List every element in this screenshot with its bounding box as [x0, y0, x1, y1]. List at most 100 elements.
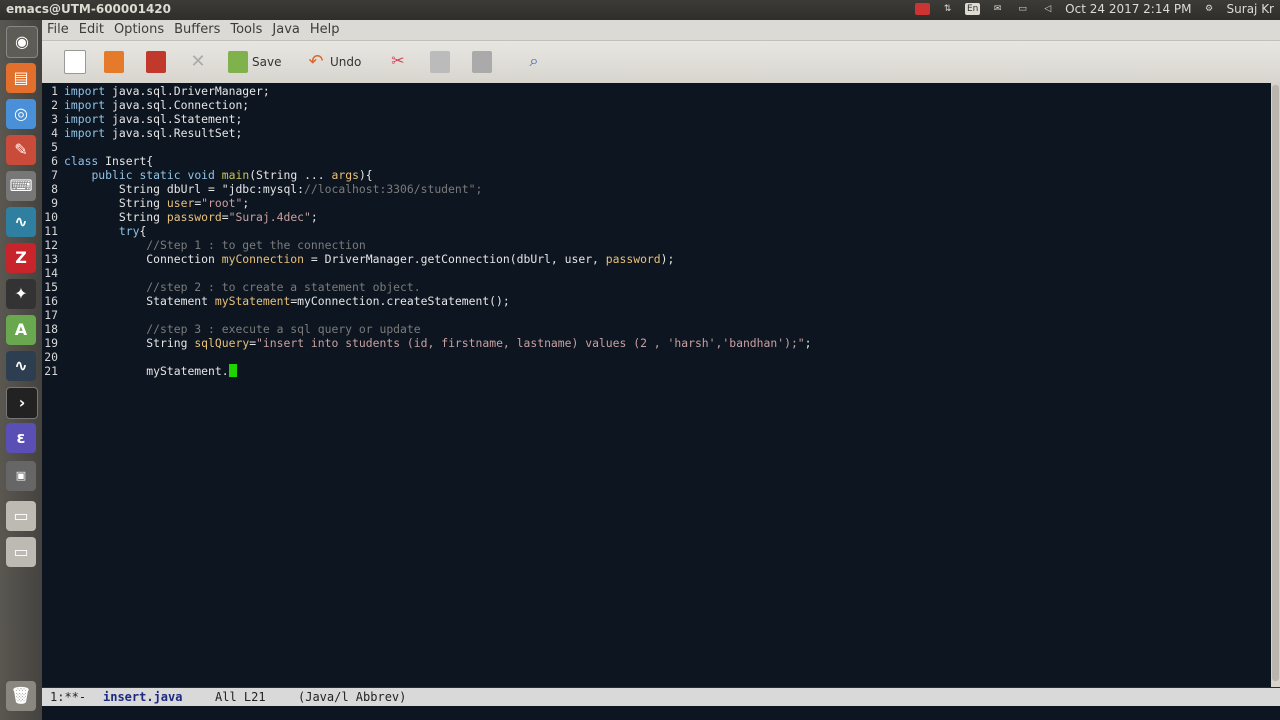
network-icon[interactable]: ⇅	[940, 3, 955, 15]
new-file-button[interactable]	[64, 50, 86, 74]
major-mode[interactable]: (Java/l Abbrev)	[298, 688, 406, 706]
inkscape-icon[interactable]: ✦	[6, 279, 36, 309]
trash-icon[interactable]: 🗑	[6, 681, 36, 711]
android-studio-icon[interactable]: A	[6, 315, 36, 345]
vertical-scrollbar[interactable]	[1271, 83, 1280, 687]
menu-help[interactable]: Help	[305, 20, 345, 37]
menu-file[interactable]: File	[42, 20, 74, 37]
search-icon: ⌕	[529, 51, 539, 70]
line-number: 1	[51, 84, 58, 98]
code-text[interactable]: myStatement.	[64, 364, 237, 378]
system-monitor-icon[interactable]: ∿	[6, 351, 36, 381]
save-button[interactable]: Save	[228, 50, 281, 74]
menu-options[interactable]: Options	[109, 20, 169, 37]
settings-icon[interactable]: ✎	[6, 135, 36, 165]
scrollbar-thumb[interactable]	[1272, 85, 1279, 681]
menu-tools[interactable]: Tools	[225, 20, 267, 37]
line-number: 20	[44, 350, 58, 364]
code-text[interactable]: import java.sql.ResultSet;	[64, 126, 242, 140]
line-number: 15	[44, 280, 58, 294]
clock[interactable]: Oct 24 2017 2:14 PM	[1065, 2, 1191, 16]
copy-button[interactable]	[430, 50, 450, 74]
code-text[interactable]: class Insert{	[64, 154, 153, 168]
keyboard-icon[interactable]: ⌨	[6, 171, 36, 201]
cut-button[interactable]: ✂	[388, 50, 408, 74]
matlab-icon[interactable]: ∿	[6, 207, 36, 237]
search-button[interactable]: ⌕	[524, 50, 544, 74]
close-buffer-button[interactable]: ✕	[188, 50, 208, 74]
top-panel: emacs@UTM-600001420 ⇅ En ✉ ▭ ◁ Oct 24 20…	[0, 0, 1280, 20]
minibuffer[interactable]	[42, 706, 1280, 720]
folder-icon	[104, 51, 124, 73]
line-number: 8	[51, 182, 58, 196]
drive-icon[interactable]: ▭	[6, 537, 36, 567]
recording-icon[interactable]	[915, 3, 931, 15]
buffer-status: 1:**-	[50, 690, 87, 704]
line-number: 16	[44, 294, 58, 308]
line-number: 3	[51, 112, 58, 126]
line-number: 5	[51, 140, 58, 154]
line-number: 18	[44, 322, 58, 336]
save-label: Save	[252, 55, 282, 69]
editor-area[interactable]: 1 import java.sql.DriverManager; 2 import j…	[42, 83, 1271, 687]
files-icon[interactable]: ▤	[6, 63, 36, 93]
dired-button[interactable]	[146, 50, 166, 74]
code-text[interactable]: //Step 1 : to get the connection	[64, 238, 365, 252]
line-number: 9	[51, 196, 58, 210]
gear-icon[interactable]: ⚙	[1202, 3, 1217, 15]
keyboard-layout-indicator[interactable]: En	[965, 3, 981, 15]
line-number: 2	[51, 98, 58, 112]
eclipse-icon[interactable]: ε	[6, 423, 36, 453]
system-tray: ⇅ En ✉ ▭ ◁ Oct 24 2017 2:14 PM ⚙ Suraj K…	[915, 2, 1274, 16]
paste-icon	[472, 51, 492, 73]
menu-buffers[interactable]: Buffers	[169, 20, 225, 37]
code-text[interactable]: import java.sql.DriverManager;	[64, 84, 270, 98]
buffer-position: All L21	[215, 690, 266, 704]
code-text[interactable]: String sqlQuery="insert into students (i…	[64, 336, 811, 350]
paste-button[interactable]	[472, 50, 492, 74]
workspace-icon[interactable]: ▣	[6, 461, 36, 491]
code-text[interactable]: //step 3 : execute a sql query or update	[64, 322, 420, 336]
line-number: 7	[51, 168, 58, 182]
line-number: 10	[44, 210, 58, 224]
line-number: 4	[51, 126, 58, 140]
line-number: 6	[51, 154, 58, 168]
launcher: ◉ ▤ ◎ ✎ ⌨ ∿ Z ✦ A ∿ › ε ▣ ▭ ▭ 🗑	[0, 20, 43, 720]
code-text[interactable]: String password="Suraj.4dec";	[64, 210, 318, 224]
code-text[interactable]: String user="root";	[64, 196, 249, 210]
menu-bar: File Edit Options Buffers Tools Java Help	[42, 20, 1280, 41]
menu-java[interactable]: Java	[267, 20, 304, 37]
close-icon: ✕	[190, 51, 206, 72]
volume-icon[interactable]: ◁	[1040, 3, 1055, 15]
undo-icon: ↶	[308, 51, 324, 72]
battery-icon[interactable]: ▭	[1015, 3, 1030, 15]
chrome-icon[interactable]: ◎	[6, 99, 36, 129]
open-file-button[interactable]	[104, 50, 124, 74]
line-number: 14	[44, 266, 58, 280]
undo-label: Undo	[330, 55, 362, 69]
line-number: 17	[44, 308, 58, 322]
scissors-icon: ✂	[391, 51, 405, 70]
code-text[interactable]: import java.sql.Connection;	[64, 98, 249, 112]
mail-icon[interactable]: ✉	[990, 3, 1005, 15]
user-name[interactable]: Suraj Kr	[1227, 2, 1274, 16]
drive-icon[interactable]: ▭	[6, 501, 36, 531]
tool-bar: ✕ Save ↶ Undo ✂ ⌕	[42, 41, 1280, 84]
code-text[interactable]: //step 2 : to create a statement object.	[64, 280, 420, 294]
menu-edit[interactable]: Edit	[74, 20, 109, 37]
filezilla-icon[interactable]: Z	[6, 243, 36, 273]
code-text[interactable]: Statement myStatement=myConnection.creat…	[64, 294, 509, 308]
undo-button[interactable]: ↶ Undo	[306, 50, 361, 74]
text-cursor	[228, 364, 237, 377]
terminal-icon[interactable]: ›	[6, 387, 38, 419]
line-number: 12	[44, 238, 58, 252]
buffer-name[interactable]: insert.java	[103, 688, 182, 706]
code-text[interactable]: public static void main(String ... args)…	[64, 168, 372, 182]
ubuntu-icon[interactable]: ◉	[6, 26, 38, 58]
code-text[interactable]: import java.sql.Statement;	[64, 112, 242, 126]
code-text[interactable]: try{	[64, 224, 146, 238]
line-number: 13	[44, 252, 58, 266]
new-file-icon	[64, 50, 86, 74]
code-text[interactable]: Connection myConnection = DriverManager.…	[64, 252, 674, 266]
code-text[interactable]: String dbUrl = "jdbc:mysql://localhost:3…	[64, 182, 482, 196]
